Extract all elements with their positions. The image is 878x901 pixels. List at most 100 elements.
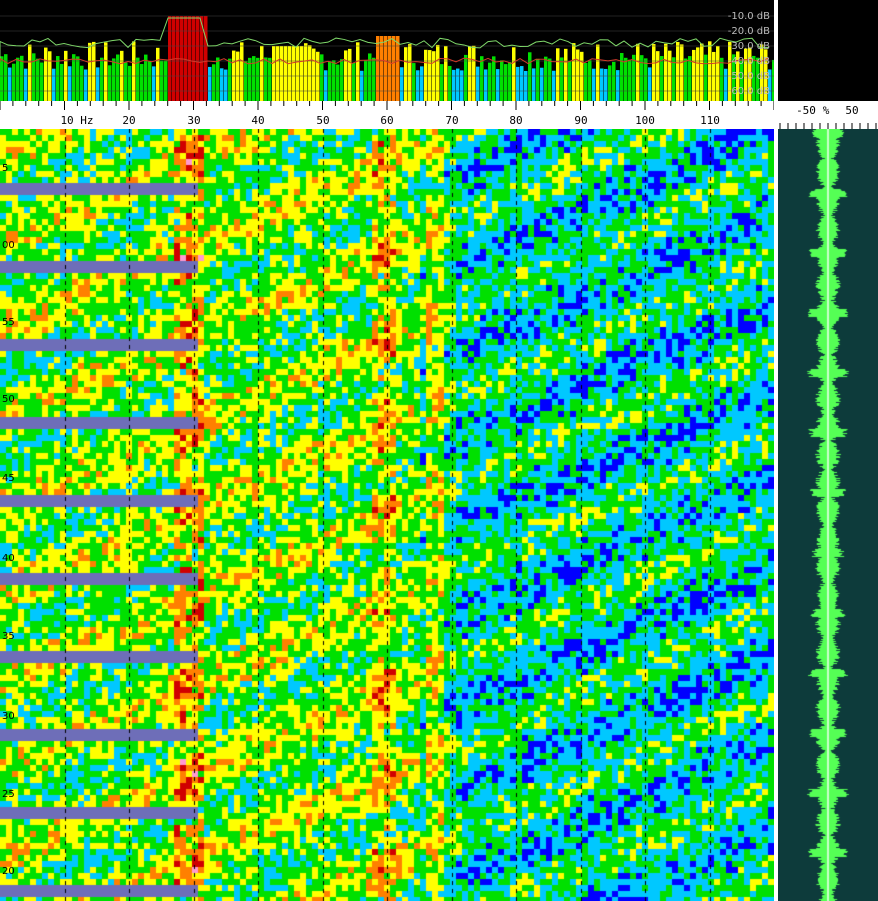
spectrum-bar: [368, 53, 372, 101]
spectrum-bar: [456, 68, 460, 101]
spectrum-bar: [588, 60, 592, 101]
spectrum-bar: [292, 46, 296, 101]
spectrum-bar: [188, 16, 192, 101]
spectrum-bar: [532, 68, 536, 101]
spectrum-bar: [264, 57, 268, 101]
spectrum-bar: [340, 59, 344, 101]
db-label: -20.0 dB: [727, 26, 770, 37]
spectrum-bar: [288, 46, 292, 101]
spectrum-bar: [720, 57, 724, 101]
spectrum-bar: [568, 60, 572, 101]
spectrum-bar: [336, 64, 340, 101]
spectrum-bar: [576, 49, 580, 101]
spectrum-bar: [192, 16, 196, 101]
spectrum-bar: [448, 65, 452, 101]
spectrum-bar: [208, 66, 212, 101]
spectrum-bar: [80, 65, 84, 101]
spectrum-bar: [140, 64, 144, 101]
spectrum-bar: [144, 54, 148, 101]
spectrum-bar: [348, 48, 352, 101]
spectrum-bar: [552, 70, 556, 101]
spectrum-bar: [164, 60, 168, 101]
spectrum-bar: [696, 47, 700, 101]
spectrum-bar: [316, 51, 320, 101]
spectrum-bar: [76, 56, 80, 101]
freq-tick-label: 90: [574, 114, 588, 127]
spectrum-bar: [524, 70, 528, 101]
time-label: 30: [2, 711, 15, 722]
spectrum-bar: [500, 60, 504, 101]
time-label: 40: [2, 553, 15, 564]
freq-tick-label: 30: [187, 114, 201, 127]
waterfall-spectrogram[interactable]: 5 00 55 50 45 40 35 30 25 20: [0, 129, 774, 901]
spectrum-bar: [556, 48, 560, 101]
spectrum-bar: [504, 64, 508, 101]
freq-tick-label: 10 Hz: [60, 114, 94, 127]
freq-tick-label: 70: [445, 114, 459, 127]
spectrum-bar: [620, 52, 624, 101]
spectrum-bar: [44, 47, 48, 101]
spectrum-bar: [312, 48, 316, 101]
spectrum-bar: [692, 49, 696, 101]
spectrogram-canvas[interactable]: [0, 129, 774, 901]
spectrum-bar: [240, 42, 244, 101]
spectrum-bar: [716, 46, 720, 101]
spectrum-bar: [616, 70, 620, 101]
db-label: -50.0 dB: [727, 71, 770, 82]
spectrum-bar: [452, 69, 456, 101]
spectrum-bar: [496, 69, 500, 101]
spectrum-bar: [540, 67, 544, 101]
spectrum-bar: [16, 57, 20, 101]
spectrum-bar: [488, 62, 492, 101]
spectrum-bar: [56, 56, 60, 101]
spectrum-bar: [464, 54, 468, 101]
spectrum-bar: [68, 66, 72, 101]
spectrum-bar: [92, 41, 96, 101]
spectrum-bar: [364, 60, 368, 101]
spectrum-bar: [444, 46, 448, 101]
spectrum-bar: [244, 61, 248, 101]
spectrum-bar: [644, 58, 648, 101]
time-label: 45: [2, 473, 15, 484]
spectrum-bar: [108, 65, 112, 101]
spectrum-bar: [136, 57, 140, 101]
spectrum-bar: [476, 66, 480, 101]
spectrum-bar: [400, 67, 404, 101]
spectrum-bar: [24, 68, 28, 101]
spectrum-bar: [220, 68, 224, 101]
spectrum-bar: [116, 54, 120, 101]
spectrum-bar: [300, 46, 304, 101]
spectrum-bar: [428, 50, 432, 101]
spectrum-bar: [596, 44, 600, 101]
spectrum-bar: [204, 16, 208, 101]
db-label: -30.0 dB: [727, 41, 770, 52]
time-label: 20: [2, 866, 15, 877]
spectrum-bar: [344, 50, 348, 101]
spectrum-panel: -10.0 dB -20.0 dB -30.0 dB -40.0 dB -50.…: [0, 0, 774, 101]
spectrum-bar: [676, 41, 680, 101]
spectrum-bar: [268, 57, 272, 101]
spectrum-bar: [40, 62, 44, 101]
spectrum-bar: [404, 47, 408, 101]
spectrum-bar: [632, 54, 636, 101]
spectrum-bar: [156, 47, 160, 101]
spectrum-bar: [688, 56, 692, 101]
spectrum-bar: [604, 68, 608, 101]
spectrum-bar: [36, 58, 40, 101]
spectrum-bar: [132, 41, 136, 101]
spectrum-bar: [308, 45, 312, 101]
spectrum-bar: [584, 62, 588, 101]
time-label: 00: [2, 240, 15, 251]
spectrum-bar: [168, 16, 172, 101]
spectrum-bar: [480, 56, 484, 101]
spectrum-bar: [296, 46, 300, 101]
spectrum-bar: [160, 60, 164, 101]
time-label: 25: [2, 789, 15, 800]
spectrum-bar: [356, 42, 360, 101]
freq-tick-label: 80: [509, 114, 523, 127]
spectrum-bar: [228, 58, 232, 101]
spectrum-bar: [128, 65, 132, 101]
spectrum-bar: [508, 62, 512, 101]
spectrum-bar: [468, 46, 472, 101]
spectrum-bar: [492, 56, 496, 101]
